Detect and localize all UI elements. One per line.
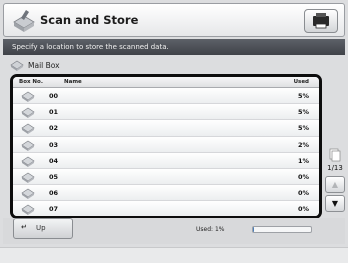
list-item[interactable]: 06 0% xyxy=(13,185,319,202)
box-icon xyxy=(21,140,35,151)
box-used: 0% xyxy=(297,205,309,214)
list-rows: 00 5% 01 5% 02 5% 03 2% 04 1% 05 0% 06 0… xyxy=(13,88,319,216)
used-summary-label: Used: xyxy=(196,226,214,233)
scan-store-icon xyxy=(13,10,35,32)
box-icon xyxy=(21,172,35,183)
box-icon xyxy=(21,156,35,167)
page-title: Scan and Store xyxy=(40,13,139,27)
box-used: 1% xyxy=(297,156,309,165)
column-box-no: Box No. xyxy=(19,79,43,85)
column-used: Used xyxy=(293,79,309,85)
box-used: 0% xyxy=(297,189,309,198)
list-item[interactable]: 02 5% xyxy=(13,120,319,137)
mailbox-icon xyxy=(10,60,24,71)
location-breadcrumb: Mail Box xyxy=(10,58,60,72)
return-arrow-icon: ↵ xyxy=(21,223,27,231)
used-progress-fill xyxy=(253,227,254,232)
box-icon xyxy=(21,107,35,119)
location-label: Mail Box xyxy=(28,60,60,70)
box-number: 03 xyxy=(49,140,59,149)
box-number: 07 xyxy=(49,205,59,214)
box-number: 00 xyxy=(49,92,59,100)
list-item[interactable]: 03 2% xyxy=(13,136,319,153)
box-icon xyxy=(21,204,35,216)
job-status-button[interactable] xyxy=(304,9,338,33)
list-item[interactable]: 05 0% xyxy=(13,168,319,186)
box-used: 2% xyxy=(297,140,309,149)
box-number: 06 xyxy=(49,189,59,198)
pagination-controls: 1/13 ▲ ▼ xyxy=(322,140,348,220)
list-header: Box No. Name Used xyxy=(13,77,319,88)
box-number: 05 xyxy=(49,172,59,181)
list-item[interactable]: 01 5% xyxy=(13,104,319,121)
box-used: 0% xyxy=(297,172,309,181)
column-name: Name xyxy=(64,79,82,85)
used-summary: Used: 1% xyxy=(196,226,225,233)
list-item[interactable]: 04 1% xyxy=(13,152,319,169)
box-number: 01 xyxy=(49,108,59,117)
list-item[interactable]: 00 5% xyxy=(13,88,319,105)
up-button-label: Up xyxy=(36,224,46,232)
up-button[interactable]: ↵ Up xyxy=(13,218,73,239)
instruction-bar: Specify a location to store the scanned … xyxy=(3,39,345,55)
page-indicator: 1/13 xyxy=(327,164,343,172)
box-number: 04 xyxy=(49,156,59,165)
box-number: 02 xyxy=(49,124,59,133)
box-used: 5% xyxy=(297,108,309,117)
scroll-down-button[interactable]: ▼ xyxy=(325,195,345,212)
used-progress-bar xyxy=(252,226,312,233)
box-icon xyxy=(21,123,35,135)
status-strip xyxy=(0,247,348,263)
box-used: 5% xyxy=(297,92,309,100)
list-item[interactable]: 07 0% xyxy=(13,201,319,216)
box-used: 5% xyxy=(297,124,309,133)
page-icon xyxy=(329,148,341,162)
title-bar: Scan and Store xyxy=(3,3,345,37)
used-summary-value: 1% xyxy=(214,226,225,233)
printer-icon xyxy=(313,13,329,29)
up-arrow-icon: ▲ xyxy=(331,180,339,189)
footer-bar: ↵ Up Used: 1% xyxy=(3,218,345,244)
scroll-up-button[interactable]: ▲ xyxy=(325,176,345,193)
box-icon xyxy=(21,188,35,200)
down-arrow-icon: ▼ xyxy=(331,199,339,208)
mailbox-list: Box No. Name Used 00 5% 01 5% 02 5% 03 2… xyxy=(10,74,322,219)
box-icon xyxy=(21,91,35,102)
